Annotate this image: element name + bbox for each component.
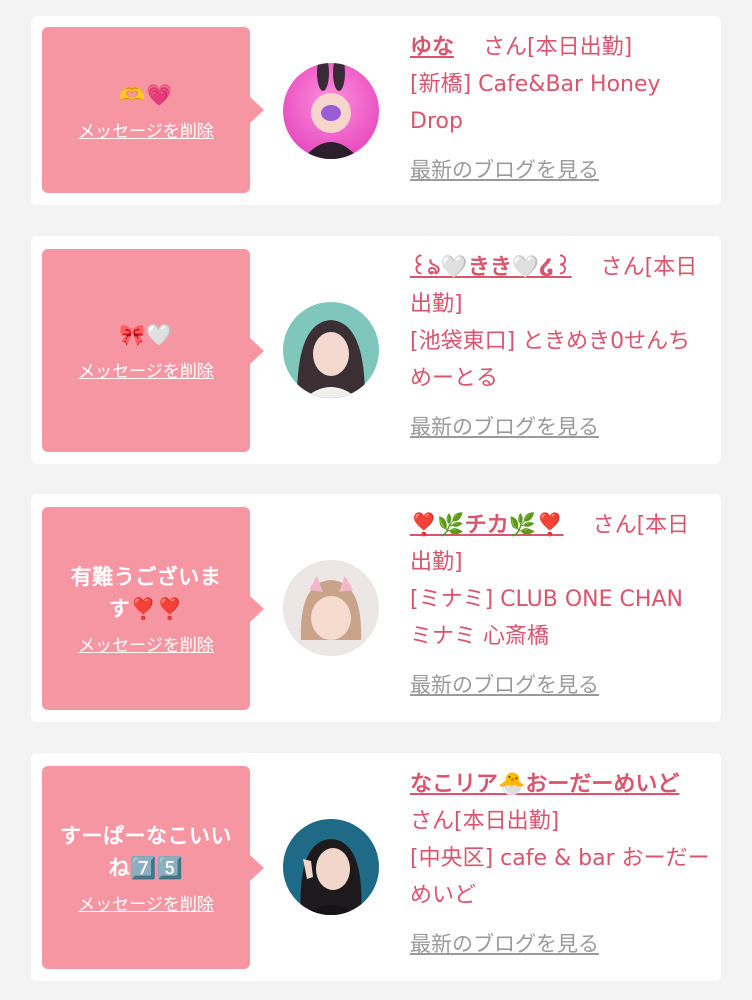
latest-blog-link[interactable]: 最新のブログを見る: [410, 667, 599, 704]
shop-name: [新橋] Cafe&Bar Honey Drop: [410, 72, 661, 134]
cast-name-link[interactable]: ꒰ঌ🤍きき🤍໒꒱: [410, 255, 572, 280]
profile-info: ゆな さん[本日出勤] [新橋] Cafe&Bar Honey Drop 最新の…: [410, 29, 710, 189]
avatar[interactable]: [283, 560, 379, 656]
shop-name: [池袋東口] ときめき0せんちめーとる: [410, 329, 691, 391]
message-text: 🫶💗: [119, 82, 173, 107]
avatar[interactable]: [283, 819, 379, 915]
latest-blog-link[interactable]: 最新のブログを見る: [410, 409, 599, 446]
cast-name-link[interactable]: ❣️🌿チカ🌿❣️: [410, 513, 564, 538]
latest-blog-link[interactable]: 最新のブログを見る: [410, 152, 599, 189]
message-bubble: 🫶💗 メッセージを削除: [42, 27, 264, 193]
message-text: すーぱーなこいいね7️⃣5️⃣: [60, 824, 232, 880]
delete-message-link[interactable]: メッセージを削除: [78, 631, 214, 656]
latest-blog-link[interactable]: 最新のブログを見る: [410, 926, 599, 963]
shop-name: [中央区] cafe & bar おーだーめいど: [410, 846, 710, 908]
avatar[interactable]: [283, 63, 379, 159]
profile-info: ꒰ঌ🤍きき🤍໒꒱ さん[本日出勤] [池袋東口] ときめき0せんちめーとる 最新…: [410, 249, 710, 446]
profile-info: なこリア🐣おーだーめいど さん[本日出勤] [中央区] cafe & bar お…: [410, 766, 710, 963]
delete-message-link[interactable]: メッセージを削除: [78, 357, 214, 382]
message-card: すーぱーなこいいね7️⃣5️⃣ メッセージを削除 なこリア🐣おーだーめいど さん…: [31, 753, 721, 981]
profile-info: ❣️🌿チカ🌿❣️ さん[本日出勤] [ミナミ] CLUB ONE CHAN ミナ…: [410, 507, 710, 704]
message-card: 🫶💗 メッセージを削除 ゆな さん[本日出勤] [新橋] Cafe&Bar Ho…: [31, 16, 721, 205]
message-text: 🎀🤍: [119, 323, 173, 347]
avatar[interactable]: [283, 302, 379, 398]
message-text: 有難うございます❣️❣️: [70, 565, 222, 621]
message-card: 有難うございます❣️❣️ メッセージを削除 ❣️🌿チカ🌿❣️ さん[本日出勤] …: [31, 494, 721, 722]
delete-message-link[interactable]: メッセージを削除: [78, 117, 214, 142]
cast-name-link[interactable]: なこリア🐣おーだーめいど: [410, 772, 679, 797]
cast-name-link[interactable]: ゆな: [410, 35, 454, 60]
message-bubble: 有難うございます❣️❣️ メッセージを削除: [42, 507, 264, 710]
message-bubble: 🎀🤍 メッセージを削除: [42, 249, 264, 452]
message-bubble: すーぱーなこいいね7️⃣5️⃣ メッセージを削除: [42, 766, 264, 969]
message-card: 🎀🤍 メッセージを削除 ꒰ঌ🤍きき🤍໒꒱ さん[本日出勤] [池袋東口] ときめ…: [31, 236, 721, 464]
shop-name: [ミナミ] CLUB ONE CHAN ミナミ 心斎橋: [410, 587, 683, 649]
status-text: さん[本日出勤]: [483, 35, 633, 60]
delete-message-link[interactable]: メッセージを削除: [78, 890, 214, 915]
